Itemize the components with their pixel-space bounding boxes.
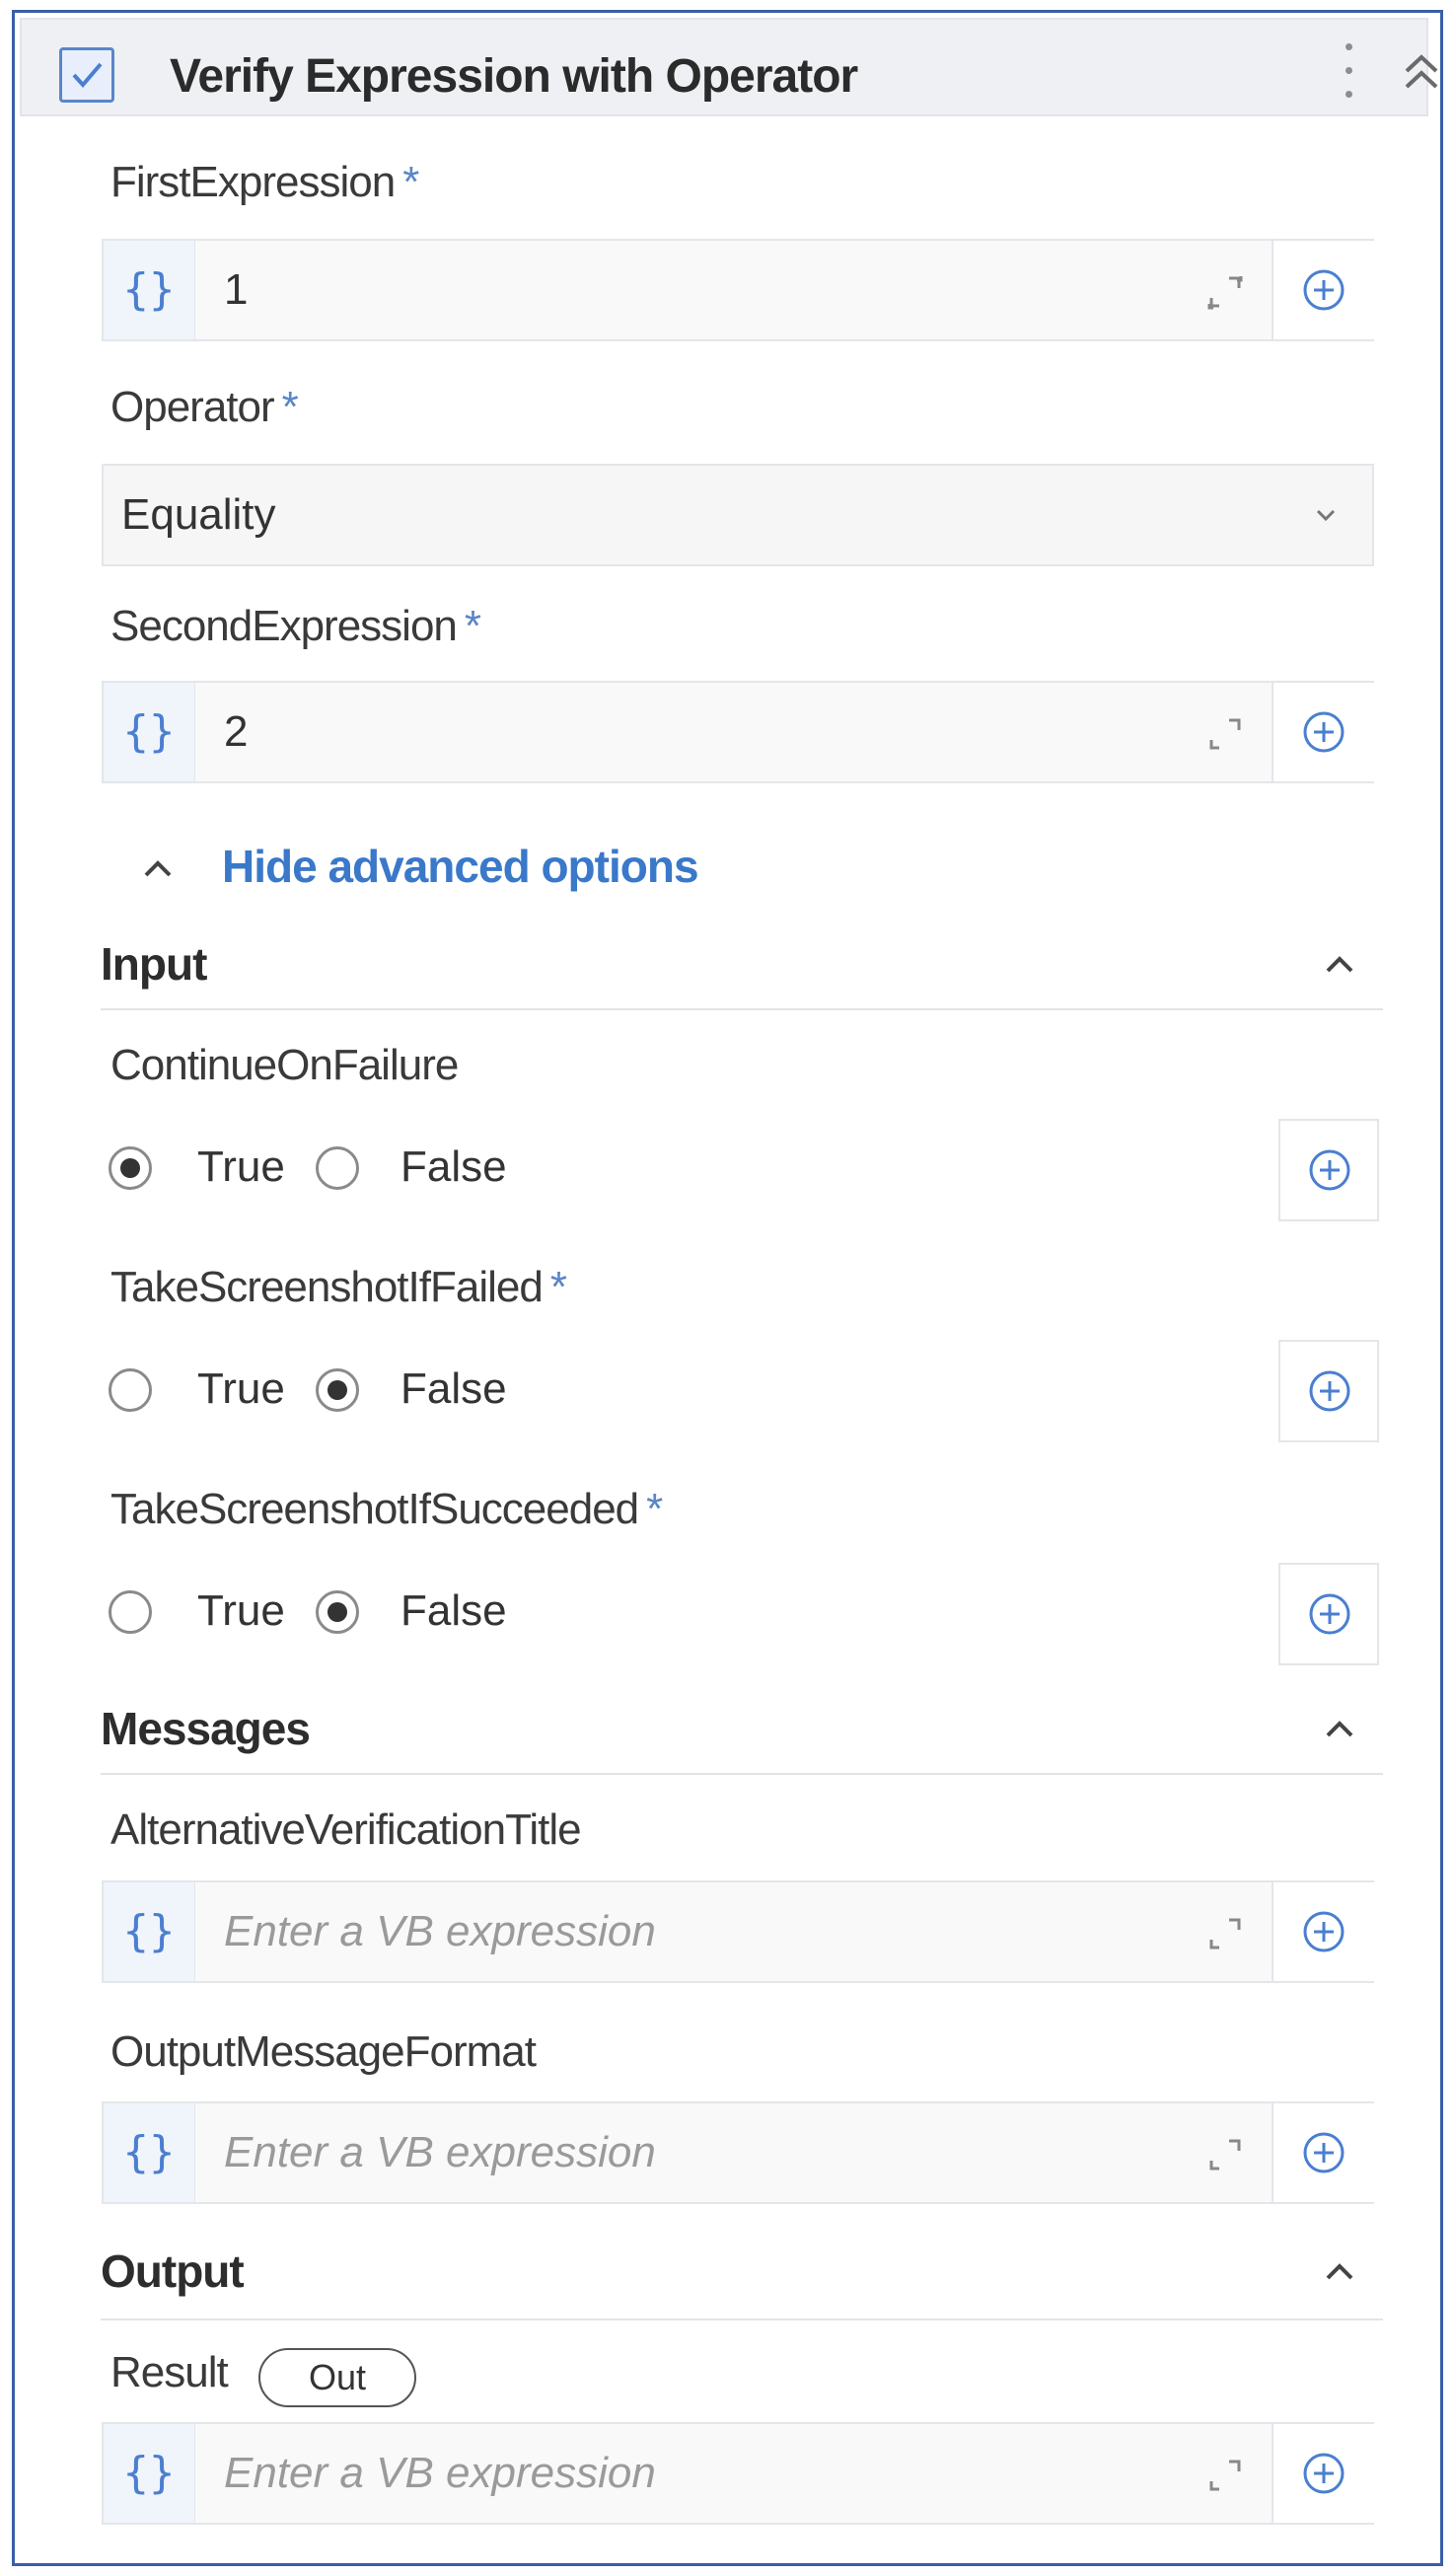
add-variable-button[interactable] (1272, 2103, 1374, 2202)
operator-label-text: Operator (110, 383, 275, 431)
required-mark: * (464, 602, 481, 650)
take-screenshot-if-failed-label-text: TakeScreenshotIfFailed (110, 1263, 544, 1311)
expand-editor-icon[interactable] (1203, 270, 1247, 314)
expand-editor-icon[interactable] (1203, 1912, 1247, 1955)
chevron-down-icon (1316, 509, 1336, 522)
expression-braces-icon: {} (104, 241, 195, 339)
plus-circle-icon (1303, 1911, 1345, 1952)
operator-value: Equality (121, 490, 276, 539)
operator-label: Operator * (110, 383, 299, 432)
kebab-menu-icon[interactable] (1334, 37, 1363, 107)
second-expression-label: SecondExpression * (110, 602, 481, 651)
result-field[interactable]: {} Enter a VB expression (102, 2422, 1374, 2525)
section-divider (101, 1773, 1383, 1775)
checkbox-checked-icon[interactable] (59, 47, 114, 103)
alternative-verification-title-field[interactable]: {} Enter a VB expression (102, 1880, 1374, 1983)
expand-editor-icon[interactable] (1203, 712, 1247, 756)
required-mark: * (549, 1263, 567, 1311)
result-placeholder[interactable]: Enter a VB expression (224, 2424, 656, 2523)
take-screenshot-if-succeeded-true-radio[interactable] (109, 1590, 152, 1634)
required-mark: * (646, 1485, 663, 1533)
continue-on-failure-false-label[interactable]: False (400, 1142, 507, 1192)
second-expression-label-text: SecondExpression (110, 602, 458, 650)
add-variable-button[interactable] (1272, 1882, 1374, 1981)
output-message-format-label: OutputMessageFormat (110, 2027, 537, 2076)
hide-advanced-options-link[interactable]: Hide advanced options (138, 834, 809, 903)
output-message-format-placeholder[interactable]: Enter a VB expression (224, 2103, 656, 2202)
take-screenshot-if-failed-false-radio[interactable] (316, 1368, 359, 1412)
plus-circle-icon (1309, 1593, 1350, 1635)
activity-title: Verify Expression with Operator (170, 50, 858, 103)
result-label: Result (110, 2348, 229, 2396)
take-screenshot-if-failed-false-label[interactable]: False (400, 1364, 507, 1414)
plus-circle-icon (1303, 2453, 1345, 2494)
output-message-format-field[interactable]: {} Enter a VB expression (102, 2101, 1374, 2204)
double-chevron-up-icon[interactable] (1395, 47, 1448, 97)
required-mark: * (402, 158, 419, 206)
take-screenshot-if-succeeded-label: TakeScreenshotIfSucceeded * (110, 1485, 663, 1534)
continue-on-failure-false-radio[interactable] (316, 1146, 359, 1190)
plus-circle-icon (1309, 1149, 1350, 1191)
activity-header[interactable]: Verify Expression with Operator (20, 18, 1438, 116)
add-variable-button[interactable] (1278, 1563, 1379, 1665)
section-divider (101, 1008, 1383, 1010)
section-divider (101, 2318, 1383, 2320)
plus-circle-icon (1303, 2132, 1345, 2173)
expand-editor-icon[interactable] (1203, 2133, 1247, 2176)
take-screenshot-if-failed-true-label[interactable]: True (197, 1364, 285, 1414)
second-expression-value[interactable]: 2 (224, 683, 248, 781)
first-expression-label-text: FirstExpression (110, 158, 396, 206)
collapse-output-section-icon[interactable] (1320, 2256, 1359, 2286)
add-variable-button[interactable] (1272, 683, 1374, 781)
hide-advanced-options-text[interactable]: Hide advanced options (222, 840, 699, 893)
take-screenshot-if-succeeded-true-label[interactable]: True (197, 1586, 285, 1636)
plus-circle-icon (1303, 711, 1345, 753)
add-variable-button[interactable] (1272, 241, 1374, 339)
plus-circle-icon (1303, 269, 1345, 311)
expression-braces-icon: {} (104, 2103, 195, 2202)
expression-braces-icon: {} (104, 1882, 195, 1981)
take-screenshot-if-succeeded-radio-group[interactable]: True False (107, 1579, 896, 1648)
expand-editor-icon[interactable] (1203, 2454, 1247, 2497)
second-expression-field[interactable]: {} 2 (102, 681, 1374, 783)
expression-braces-icon: {} (104, 683, 195, 781)
first-expression-value[interactable]: 1 (224, 241, 248, 339)
collapse-messages-section-icon[interactable] (1320, 1714, 1359, 1743)
operator-dropdown[interactable]: Equality (102, 464, 1374, 566)
collapse-input-section-icon[interactable] (1320, 949, 1359, 979)
plus-circle-icon (1309, 1370, 1350, 1412)
take-screenshot-if-succeeded-false-label[interactable]: False (400, 1586, 507, 1636)
add-variable-button[interactable] (1278, 1119, 1379, 1221)
input-section-title: Input (101, 938, 207, 990)
first-expression-label: FirstExpression * (110, 158, 419, 207)
required-mark: * (281, 383, 299, 431)
continue-on-failure-true-label[interactable]: True (197, 1142, 285, 1192)
take-screenshot-if-failed-true-radio[interactable] (109, 1368, 152, 1412)
take-screenshot-if-succeeded-false-radio[interactable] (316, 1590, 359, 1634)
take-screenshot-if-succeeded-label-text: TakeScreenshotIfSucceeded (110, 1485, 639, 1533)
alternative-verification-title-label: AlternativeVerificationTitle (110, 1805, 582, 1854)
add-variable-button[interactable] (1272, 2424, 1374, 2523)
messages-section-title: Messages (101, 1703, 311, 1754)
continue-on-failure-label: ContinueOnFailure (110, 1041, 459, 1089)
continue-on-failure-true-radio[interactable] (109, 1146, 152, 1190)
continue-on-failure-radio-group[interactable]: True False (107, 1135, 896, 1204)
first-expression-field[interactable]: {} 1 (102, 239, 1374, 341)
take-screenshot-if-failed-radio-group[interactable]: True False (107, 1357, 896, 1426)
add-variable-button[interactable] (1278, 1340, 1379, 1442)
chevron-up-icon (144, 860, 172, 877)
expression-braces-icon: {} (104, 2424, 195, 2523)
output-section-title: Output (101, 2245, 245, 2297)
alternative-verification-title-placeholder[interactable]: Enter a VB expression (224, 1882, 656, 1981)
out-badge: Out (258, 2348, 416, 2407)
take-screenshot-if-failed-label: TakeScreenshotIfFailed * (110, 1263, 567, 1312)
